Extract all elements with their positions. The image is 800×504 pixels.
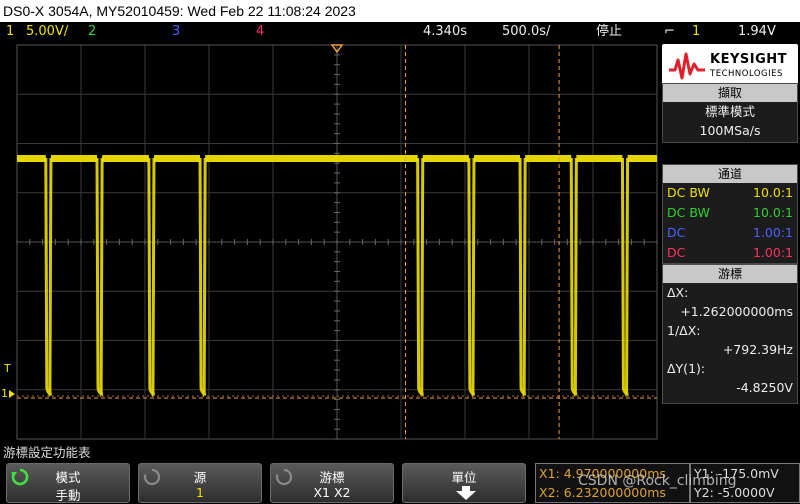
channel-row-2[interactable]: DC BW 10.0:1 <box>663 203 797 223</box>
window-title: DS0-X 3054A, MY52010459: Wed Feb 22 11:0… <box>0 0 800 22</box>
ch2-coupling: DC BW <box>667 205 710 220</box>
mode-label: 模式 <box>55 470 81 485</box>
channel-row-3[interactable]: DC 1.00:1 <box>663 223 797 243</box>
waveform-high-segment <box>627 155 657 162</box>
channel-row-1[interactable]: DC BW 10.0:1 <box>663 183 797 203</box>
trigger-source[interactable]: 1 <box>692 22 700 42</box>
waveform-pulse <box>416 157 425 396</box>
ch1-probe: 10.0:1 <box>753 185 793 200</box>
source-value: 1 <box>196 485 204 500</box>
inverse-delta-x-value: +792.39Hz <box>722 342 793 357</box>
inverse-delta-x-label: 1/ΔX: <box>667 323 701 338</box>
sample-rate: 100MSa/s <box>699 123 761 138</box>
units-softkey[interactable]: 單位 <box>402 463 526 503</box>
status-bar: 1 5.00V/ 2 3 4 4.340s 500.0s/ 停止 ⌐ 1 1.9… <box>0 22 800 42</box>
waveform-pulse <box>518 157 527 396</box>
mode-softkey[interactable]: 模式 手動 <box>6 463 130 503</box>
cursors-header: 游標 <box>663 265 797 283</box>
ch3-number[interactable]: 3 <box>172 22 180 42</box>
waveform-high-segment <box>17 155 46 162</box>
graticule: T1 <box>1 44 658 440</box>
delta-y-label: ΔY(1): <box>667 361 706 376</box>
keysight-wave-icon <box>669 52 705 80</box>
waveform-high-segment <box>102 155 149 162</box>
menu-title: 游標設定功能表 <box>3 445 91 460</box>
waveform-high-segment <box>576 155 623 162</box>
ground-arrow-icon <box>9 390 15 398</box>
timebase-readout[interactable]: 500.0s/ <box>502 22 550 42</box>
ch4-number[interactable]: 4 <box>256 22 264 42</box>
ch4-coupling: DC <box>667 245 686 260</box>
side-panel: KEYSIGHT TECHNOLOGIES 擷取 標準模式 100MSa/s 通… <box>660 42 800 442</box>
waveform-low-segment <box>574 391 576 397</box>
acquire-header: 擷取 <box>663 84 797 102</box>
waveform-display[interactable]: T1 <box>0 42 660 442</box>
waveform-low-segment <box>625 391 627 397</box>
waveform-high-segment <box>525 155 572 162</box>
mode-value: 手動 <box>55 488 81 503</box>
waveform-pulse <box>620 157 630 396</box>
cursors-softkey[interactable]: 游標 X1 X2 <box>270 463 394 503</box>
acquire-panel[interactable]: 擷取 標準模式 100MSa/s <box>662 83 798 143</box>
waveform-pulse <box>95 157 104 396</box>
trigger-level[interactable]: 1.94V <box>738 22 776 42</box>
ch2-number[interactable]: 2 <box>88 22 96 42</box>
channel-row-4[interactable]: DC 1.00:1 <box>663 243 797 263</box>
watermark: CSDN @Rock_climbing <box>578 473 737 489</box>
channel-1-ground-marker: 1 <box>1 387 8 400</box>
waveform-pulse <box>198 157 207 396</box>
trigger-slope-icon: ⌐ <box>664 24 675 39</box>
ch4-probe: 1.00:1 <box>753 245 793 260</box>
waveform-low-segment <box>100 391 102 397</box>
keysight-logo: KEYSIGHT TECHNOLOGIES <box>662 44 798 88</box>
delta-y-value: -4.8250V <box>736 380 793 395</box>
cursors-label: 游標 <box>319 470 345 485</box>
source-label: 源 <box>193 470 207 485</box>
ch2-probe: 10.0:1 <box>753 205 793 220</box>
source-softkey[interactable]: 源 1 <box>138 463 262 503</box>
delta-x-label: ΔX: <box>667 285 689 300</box>
down-arrow-icon <box>456 486 476 500</box>
waveform-high-segment <box>205 155 418 162</box>
ch1-coupling: DC BW <box>667 185 710 200</box>
waveform-high-segment <box>473 155 521 162</box>
brand-sub: TECHNOLOGIES <box>710 69 783 79</box>
waveform-pulse <box>44 157 53 396</box>
waveform-high-segment <box>153 155 201 162</box>
cursors-panel[interactable]: 游標 ΔX: +1.262000000ms 1/ΔX: +792.39Hz ΔY… <box>662 264 798 404</box>
waveform-high-segment <box>50 155 97 162</box>
units-label: 單位 <box>451 470 477 485</box>
waveform-pulse <box>569 157 578 396</box>
waveform-low-segment <box>420 391 422 397</box>
channels-header: 通道 <box>663 165 797 183</box>
cursors-value: X1 X2 <box>313 485 351 500</box>
delta-x-value: +1.262000000ms <box>680 304 793 319</box>
run-state: 停止 <box>596 24 623 39</box>
delay-readout[interactable]: 4.340s <box>423 22 467 42</box>
waveform-pulse <box>147 157 156 396</box>
channels-panel[interactable]: 通道 DC BW 10.0:1 DC BW 10.0:1 DC 1.00:1 D… <box>662 164 798 264</box>
ch3-probe: 1.00:1 <box>753 225 793 240</box>
trigger-level-marker: T <box>3 362 11 375</box>
waveform-pulse <box>467 157 476 396</box>
ch1-scale[interactable]: 5.00V/ <box>26 22 68 42</box>
acquire-mode: 標準模式 <box>704 104 755 119</box>
waveform-high-segment <box>422 155 469 162</box>
brand-name: KEYSIGHT <box>710 52 787 67</box>
ch3-coupling: DC <box>667 225 686 240</box>
ch1-number[interactable]: 1 <box>6 22 14 42</box>
